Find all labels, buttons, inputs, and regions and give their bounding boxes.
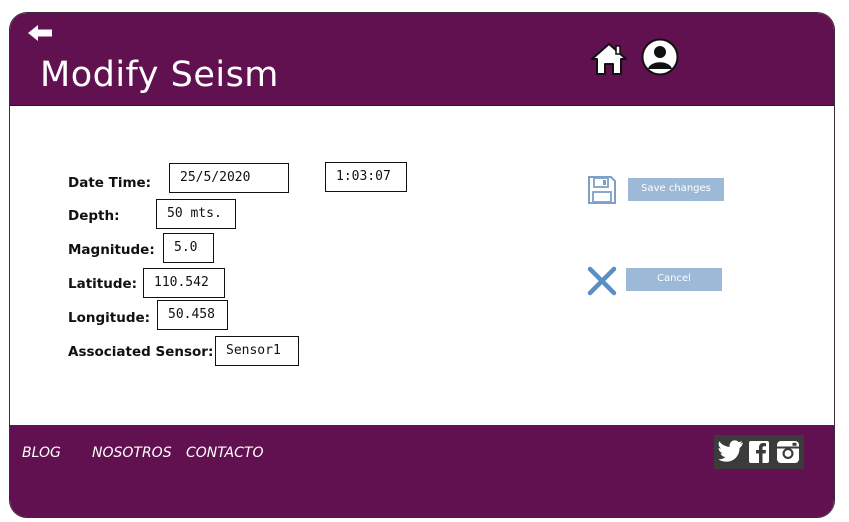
footer-link-contacto[interactable]: CONTACTO <box>186 445 263 461</box>
sensor-field[interactable]: Sensor1 <box>215 336 299 366</box>
longitude-field[interactable]: 50.458 <box>157 300 228 330</box>
twitter-icon[interactable] <box>718 440 744 464</box>
social-links <box>714 435 804 469</box>
latitude-label: Latitude: <box>68 276 138 292</box>
page-title: Modify Seism <box>40 55 279 95</box>
save-changes-button[interactable]: Save changes <box>628 178 724 201</box>
footer <box>10 425 834 517</box>
arrow-left-icon[interactable] <box>26 23 54 43</box>
user-avatar-icon[interactable] <box>641 38 679 76</box>
magnitude-label: Magnitude: <box>68 242 155 258</box>
datetime-label: Date Time: <box>68 175 152 191</box>
date-field[interactable]: 25/5/2020 <box>169 163 289 193</box>
magnitude-field[interactable]: 5.0 <box>163 233 214 263</box>
depth-label: Depth: <box>68 208 120 224</box>
app-window: Modify Seism Date Time: 25/5/2020 1:03:0… <box>9 12 835 518</box>
footer-link-nosotros[interactable]: NOSOTROS <box>92 445 172 461</box>
longitude-label: Longitude: <box>68 310 151 326</box>
floppy-disk-icon[interactable] <box>587 175 617 205</box>
home-icon[interactable] <box>590 41 628 77</box>
sensor-label: Associated Sensor: <box>68 344 214 360</box>
header: Modify Seism <box>10 13 834 106</box>
depth-field[interactable]: 50 mts. <box>156 199 236 229</box>
cancel-button[interactable]: Cancel <box>626 268 722 291</box>
instagram-icon[interactable] <box>776 440 800 464</box>
facebook-icon[interactable] <box>748 440 770 464</box>
latitude-field[interactable]: 110.542 <box>143 268 225 298</box>
x-icon[interactable] <box>587 266 617 296</box>
time-field[interactable]: 1:03:07 <box>325 162 407 192</box>
footer-link-blog[interactable]: BLOG <box>22 445 61 461</box>
